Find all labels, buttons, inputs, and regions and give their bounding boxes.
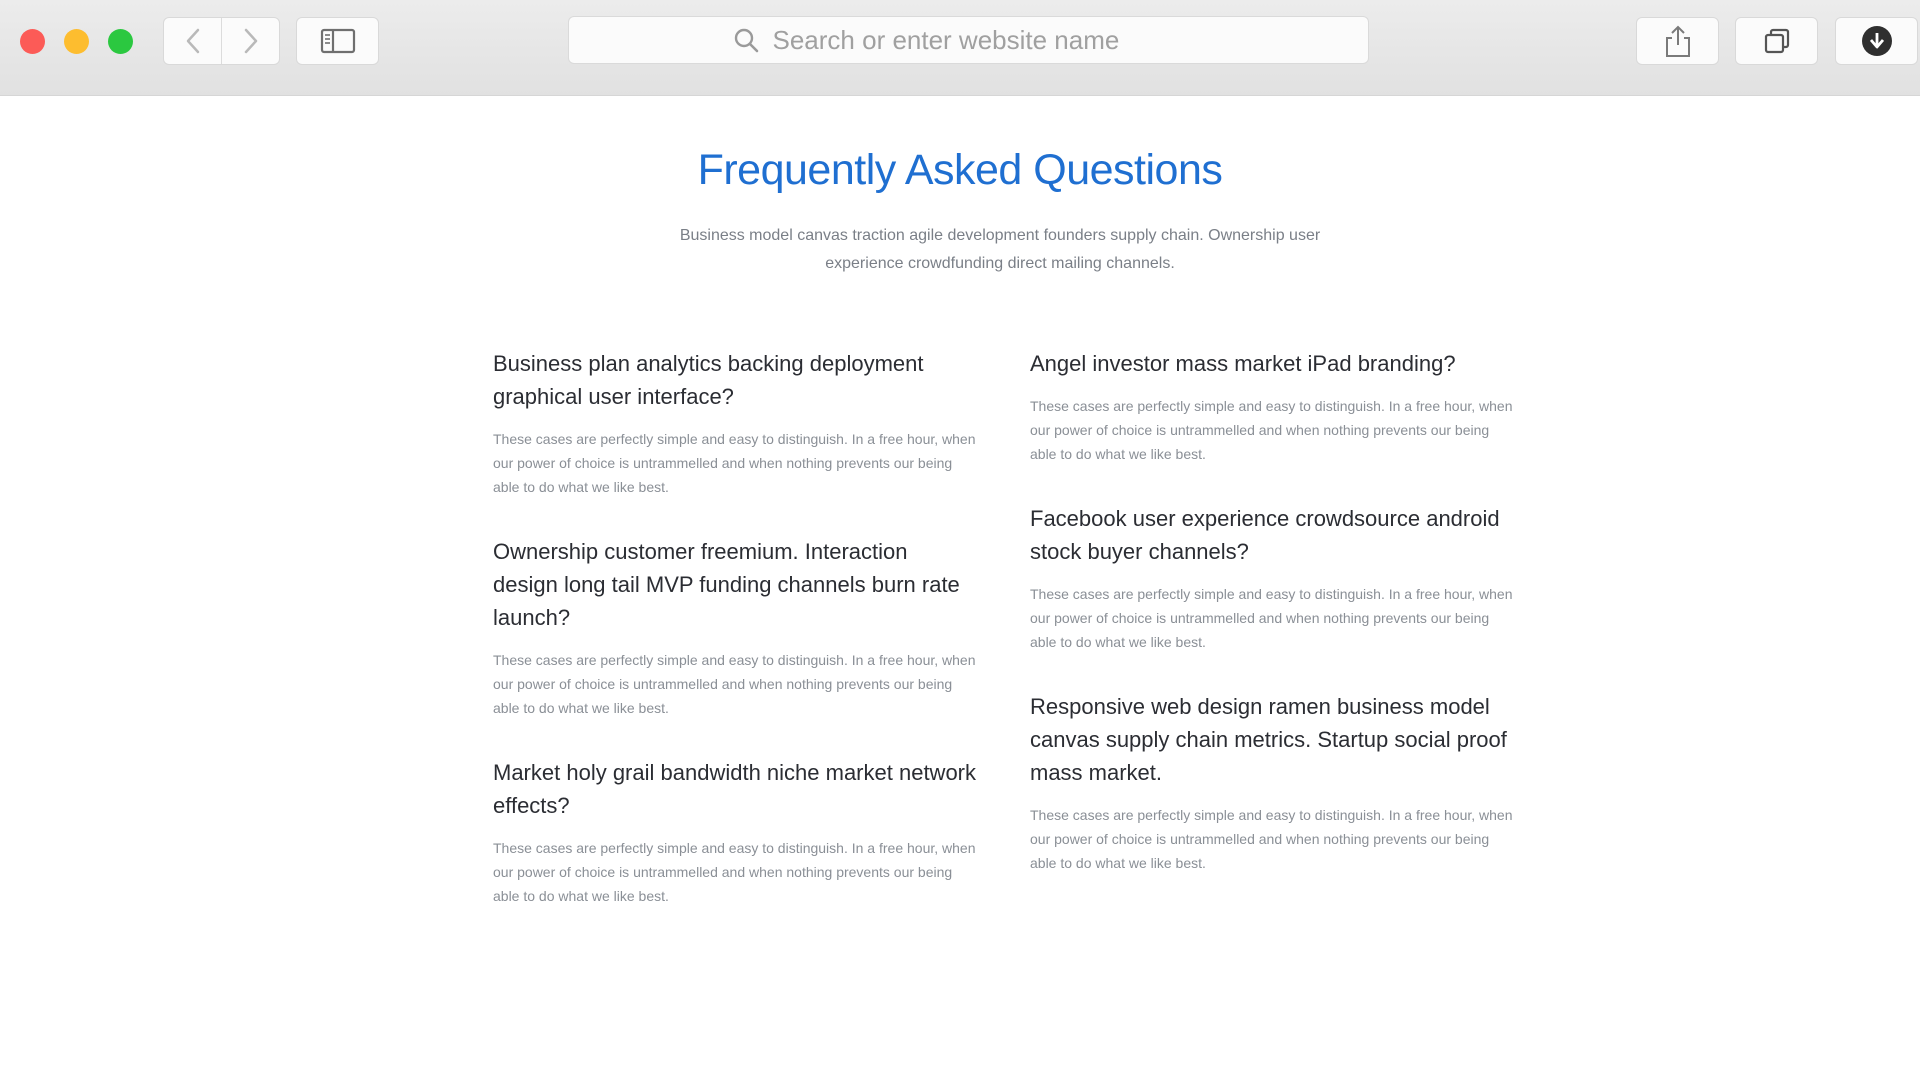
faq-item: Facebook user experience crowdsource and… (1030, 502, 1515, 654)
forward-button[interactable] (221, 18, 279, 64)
faq-question: Responsive web design ramen business mod… (1030, 694, 1507, 785)
address-input[interactable] (770, 23, 1205, 57)
faq-question: Ownership customer freemium. Interaction… (493, 539, 960, 630)
faq-column-left: Business plan analytics backing deployme… (493, 347, 978, 944)
faq-answer: These cases are perfectly simple and eas… (1030, 586, 1513, 650)
faq-answer: These cases are perfectly simple and eas… (1030, 807, 1513, 871)
sidebar-button[interactable] (296, 17, 379, 65)
share-button[interactable] (1636, 17, 1719, 65)
downloads-button[interactable] (1835, 17, 1918, 65)
faq-question: Business plan analytics backing deployme… (493, 351, 924, 409)
forward-icon (244, 28, 257, 54)
faq-item: Business plan analytics backing deployme… (493, 347, 978, 499)
window-maximize-button[interactable] (108, 29, 133, 54)
faq-answer: These cases are perfectly simple and eas… (493, 840, 976, 904)
faq-answer: These cases are perfectly simple and eas… (1030, 398, 1513, 462)
faq-item: Market holy grail bandwidth niche market… (493, 756, 978, 908)
page-subtitle: Business model canvas traction agile dev… (679, 227, 1321, 272)
faq-question: Facebook user experience crowdsource and… (1030, 506, 1500, 564)
faq-item: Ownership customer freemium. Interaction… (493, 535, 978, 720)
faq-item: Angel investor mass market iPad branding… (1030, 347, 1515, 466)
faq-question: Angel investor mass market iPad branding… (1030, 351, 1456, 376)
show-tabs-button[interactable] (1735, 17, 1818, 65)
faq-answer: These cases are perfectly simple and eas… (493, 652, 976, 716)
back-icon (186, 28, 199, 54)
window-minimize-button[interactable] (64, 29, 89, 54)
browser-toolbar (0, 0, 1920, 96)
address-bar[interactable] (568, 16, 1369, 64)
window-close-button[interactable] (20, 29, 45, 54)
search-icon (733, 27, 759, 53)
page-title: Frequently Asked Questions (697, 146, 1223, 194)
download-icon (1861, 26, 1892, 56)
tabs-icon (1764, 28, 1789, 54)
back-button[interactable] (164, 18, 221, 64)
faq-item: Responsive web design ramen business mod… (1030, 690, 1515, 875)
faq-column-right: Angel investor mass market iPad branding… (1030, 347, 1515, 911)
navigation-buttons (163, 17, 280, 65)
page-content: Frequently Asked Questions Business mode… (0, 96, 1920, 1080)
faq-answer: These cases are perfectly simple and eas… (493, 431, 976, 495)
sidebar-icon (320, 28, 355, 54)
share-icon (1665, 25, 1690, 57)
faq-question: Market holy grail bandwidth niche market… (493, 760, 977, 818)
